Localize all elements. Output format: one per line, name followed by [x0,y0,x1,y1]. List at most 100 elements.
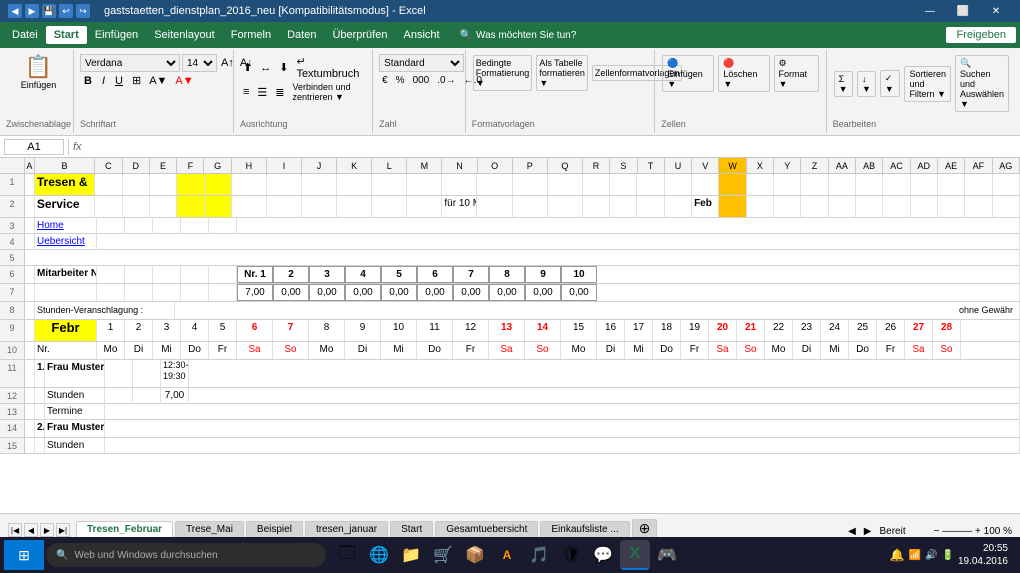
cell-f3[interactable] [181,218,209,234]
cell-c11-name[interactable]: Frau Muster [45,360,105,387]
border-icon[interactable]: ⊞ [129,74,144,87]
cell-f12-700[interactable]: 7,00 [161,388,189,404]
cell-c2[interactable] [95,196,122,217]
cell-f10-do[interactable]: Do [181,342,209,359]
cell-b4[interactable]: Uebersicht [35,234,97,250]
cell-a4[interactable] [25,234,35,250]
cell-s9-17[interactable]: 17 [625,320,653,341]
col-header-f[interactable]: F [177,158,204,173]
cell-ab1[interactable] [856,174,883,195]
col-header-w[interactable]: W [719,158,746,173]
italic-button[interactable]: I [98,75,109,87]
cell-reference-input[interactable] [4,139,64,155]
cell-i10-so[interactable]: So [273,342,309,359]
cell-b6-mitarbeiter[interactable]: Mitarbeiter Nr. [35,266,97,283]
time-date-block[interactable]: 20:55 19.04.2016 [958,542,1008,568]
delete-cells-button[interactable]: 🔴 Löschen ▼ [718,55,769,92]
cell-rest10[interactable] [961,342,1020,359]
menu-seitenlayout[interactable]: Seitenlayout [146,26,223,44]
col-header-m[interactable]: M [407,158,442,173]
cell-x1[interactable] [747,174,774,195]
cell-o7[interactable]: 0,00 [489,284,525,301]
col-header-d[interactable]: D [123,158,150,173]
increase-decimal-icon[interactable]: .0→ [434,74,458,87]
cell-a15[interactable] [25,438,35,454]
cell-k2[interactable] [337,196,372,217]
align-right-icon[interactable]: ≣ [272,85,287,100]
sort-filter-button[interactable]: Sortieren undFiltern ▼ [904,66,951,102]
cell-rest14[interactable] [105,420,1020,437]
cell-aa9-25[interactable]: 25 [849,320,877,341]
cell-b1[interactable]: Tresen & [35,174,95,195]
cell-e11[interactable] [133,360,161,387]
font-size-select[interactable]: 14 [182,54,217,72]
cell-e1[interactable] [150,174,177,195]
cell-ab9-26[interactable]: 26 [877,320,905,341]
cell-p2[interactable] [513,196,548,217]
cell-a14[interactable] [25,420,35,437]
taskbar-app-edge[interactable]: 🌐 [364,540,394,570]
cell-ad2[interactable] [911,196,938,217]
taskbar-app-excel[interactable]: X [620,540,650,570]
maximize-button[interactable]: ⬜ [947,0,979,22]
cell-x10-mo[interactable]: Mo [765,342,793,359]
cell-ae2[interactable] [938,196,965,217]
cell-a3[interactable] [25,218,35,234]
cell-r9-16[interactable]: 16 [597,320,625,341]
cell-j10-mo[interactable]: Mo [309,342,345,359]
cell-ab2[interactable] [856,196,883,217]
forward-icon[interactable]: ▶ [25,4,39,18]
col-header-b[interactable]: B [35,158,95,173]
cell-s2[interactable] [610,196,637,217]
cell-g10-fr[interactable]: Fr [209,342,237,359]
cell-m9-11[interactable]: 11 [417,320,453,341]
sheet-tab-einkaufsliste[interactable]: Einkaufsliste ... [540,521,629,537]
cell-j9-8[interactable]: 8 [309,320,345,341]
col-header-l[interactable]: L [372,158,407,173]
cell-rest6[interactable] [597,266,1020,283]
cell-p6-9[interactable]: 9 [525,266,561,283]
col-header-j[interactable]: J [302,158,337,173]
search-label[interactable]: Was möchten Sie tun? [476,30,576,41]
cell-a9[interactable] [25,320,35,341]
cell-m7[interactable]: 0,00 [417,284,453,301]
cell-b11-num[interactable]: 1. [35,360,45,387]
cell-l10-mi[interactable]: Mi [381,342,417,359]
currency-icon[interactable]: € [379,74,391,87]
cell-rest15[interactable] [105,438,1020,454]
cell-a7[interactable] [25,284,35,301]
cell-e10-mi[interactable]: Mi [153,342,181,359]
cell-ac2[interactable] [883,196,910,217]
cell-l6-5[interactable]: 5 [381,266,417,283]
cell-rest11[interactable] [189,360,1020,387]
close-button[interactable]: ✕ [980,0,1012,22]
cell-p1[interactable] [513,174,548,195]
col-header-r[interactable]: R [583,158,610,173]
cell-n7[interactable]: 0,00 [453,284,489,301]
sheet-tab-tresen-januar[interactable]: tresen_januar [305,521,388,537]
notification-icon[interactable]: 🔔 [890,548,905,562]
cell-c10-mo[interactable]: Mo [97,342,125,359]
col-header-ag[interactable]: AG [993,158,1020,173]
cell-b15[interactable] [35,438,45,454]
cell-n1[interactable] [442,174,477,195]
cell-f1[interactable] [177,174,204,195]
taskbar-app-vpn[interactable]: 🛡 [556,540,586,570]
cell-g2[interactable] [205,196,232,217]
cell-j1[interactable] [302,174,337,195]
cell-aa2[interactable] [829,196,856,217]
cell-b9-febr[interactable]: Febr [35,320,97,341]
minimize-button[interactable]: — [914,0,946,22]
cell-t2[interactable] [637,196,664,217]
col-header-t[interactable]: T [638,158,665,173]
cell-aa1[interactable] [829,174,856,195]
cell-d1[interactable] [123,174,150,195]
menu-start[interactable]: Start [46,26,87,44]
cell-rest5[interactable] [25,250,1020,266]
col-header-z[interactable]: Z [801,158,828,173]
cell-ag2[interactable] [993,196,1020,217]
menu-ansicht[interactable]: Ansicht [395,26,447,44]
cell-b12[interactable] [35,388,45,404]
cell-y10-di[interactable]: Di [793,342,821,359]
cell-e12[interactable] [133,388,161,404]
